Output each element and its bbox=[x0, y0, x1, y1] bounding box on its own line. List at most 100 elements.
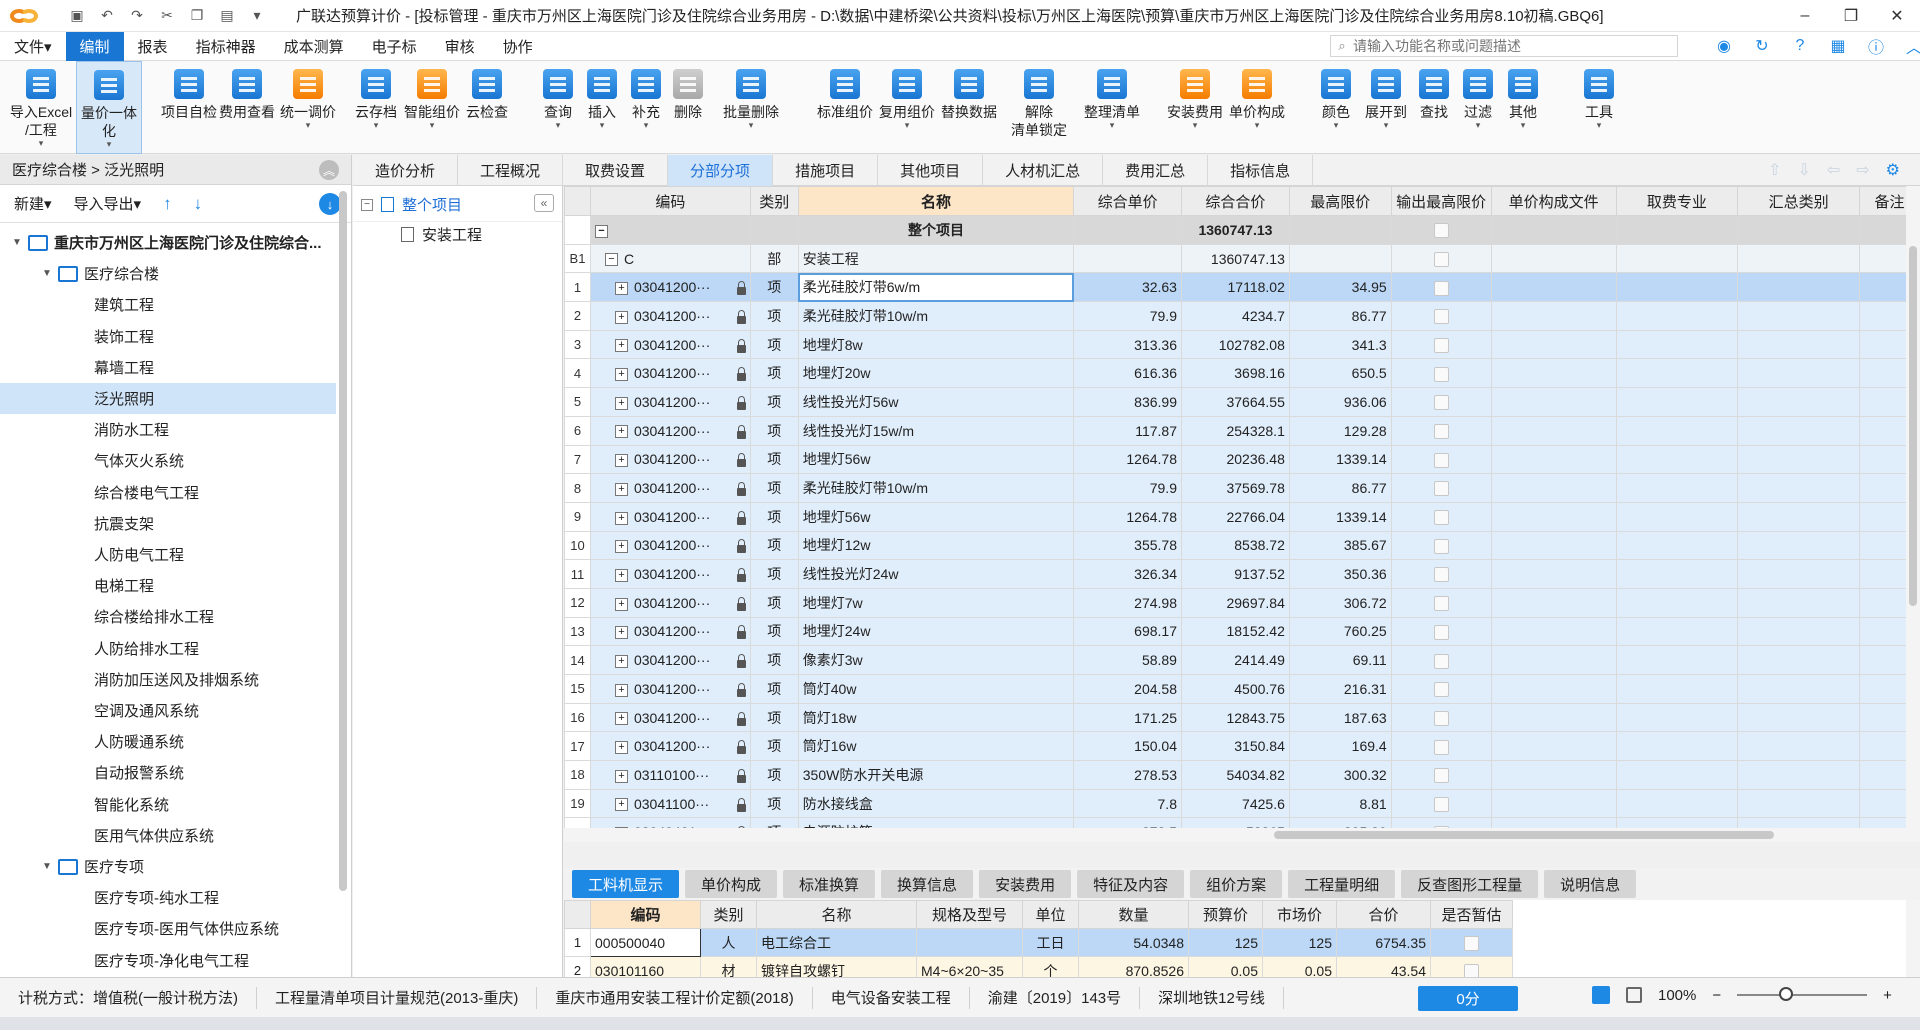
table-row[interactable]: 6 +03041200··· 项线性投光灯15w/m 117.87 254328.1 12… bbox=[564, 415, 1920, 446]
move-right-arrow-icon[interactable]: ⇨ bbox=[1856, 160, 1869, 180]
tree-node-install[interactable]: 安装工程 bbox=[401, 224, 482, 245]
move-down-icon[interactable]: ↓ bbox=[194, 194, 203, 214]
collapse-panel-icon[interactable]: ︽ bbox=[319, 160, 339, 180]
toolbar-button-23[interactable]: 过滤 ▾ bbox=[1456, 61, 1500, 154]
toolbar-button-5[interactable]: 云存档 ▾ bbox=[350, 61, 402, 154]
detail-tab-9[interactable]: 说明信息 bbox=[1544, 870, 1637, 898]
checkbox[interactable] bbox=[1433, 653, 1449, 669]
tree-item[interactable]: 人防电气工程 bbox=[0, 539, 336, 570]
table-row[interactable]: 1 000500040 人电工综合工 工日 54.0348 125 125 6754.35 bbox=[564, 928, 1513, 957]
table-row[interactable]: 2 030101160 材镀锌自攻螺钉 M4~6×20~35 个 870.8526 0.05… bbox=[564, 956, 1513, 977]
toolbar-button-21[interactable]: 展开到 ▾ bbox=[1360, 61, 1412, 154]
checkbox[interactable] bbox=[1433, 223, 1449, 239]
checkbox[interactable] bbox=[1433, 280, 1449, 296]
column-header[interactable]: 预算价 bbox=[1188, 900, 1263, 929]
move-left-arrow-icon[interactable]: ⇦ bbox=[1827, 160, 1840, 180]
tree-item[interactable]: 抗震支架 bbox=[0, 508, 336, 539]
expand-box-icon[interactable]: + bbox=[614, 769, 628, 783]
table-row[interactable]: 15 +03041200··· 项筒灯40w 204.58 4500.76 216.31 bbox=[564, 674, 1920, 704]
toolbar-button-24[interactable]: 其他 ▾ bbox=[1500, 61, 1546, 154]
redo-icon[interactable]: ↷ bbox=[128, 7, 146, 24]
column-header[interactable]: 名称 bbox=[756, 900, 917, 929]
tree-item[interactable]: 泛光照明 bbox=[0, 383, 336, 414]
detail-tab-0[interactable]: 工料机显示 bbox=[572, 870, 680, 898]
table-row[interactable]: 7 +03041200··· 项地埋灯56w 1264.78 20236.48 1339.… bbox=[564, 444, 1920, 475]
tree-item[interactable]: 医用气体供应系统 bbox=[0, 820, 336, 851]
dropdown-caret-icon[interactable]: ▾ bbox=[306, 121, 311, 130]
settings-icon[interactable]: ⚙ bbox=[1886, 160, 1900, 180]
detail-tab-1[interactable]: 单价构成 bbox=[685, 870, 778, 898]
tree-item[interactable]: ▼ 医疗综合楼 bbox=[0, 258, 336, 289]
expand-box-icon[interactable]: + bbox=[614, 626, 628, 640]
detail-tab-8[interactable]: 反查图形工程量 bbox=[1401, 870, 1539, 898]
tab-3[interactable]: 分部分项 bbox=[668, 155, 774, 186]
checkbox[interactable] bbox=[1433, 395, 1449, 411]
checkbox[interactable] bbox=[1464, 935, 1479, 951]
column-header[interactable]: 编码 bbox=[589, 186, 751, 216]
toolbar-button-4[interactable]: 统一调价 ▾ bbox=[276, 61, 340, 154]
expand-box-icon[interactable]: + bbox=[614, 454, 628, 468]
expand-toggle-icon[interactable]: ▼ bbox=[40, 861, 54, 872]
checkbox[interactable] bbox=[1433, 538, 1449, 554]
table-row[interactable]: 5 +03041200··· 项线性投光灯56w 836.99 37664.55 936.… bbox=[564, 387, 1920, 417]
expand-box-icon[interactable]: + bbox=[614, 396, 628, 410]
dropdown-caret-icon[interactable]: ▾ bbox=[905, 121, 910, 130]
view-split-icon[interactable] bbox=[1626, 987, 1642, 1003]
search-input[interactable] bbox=[1353, 38, 1663, 54]
checkbox[interactable] bbox=[1464, 963, 1479, 977]
cut-icon[interactable]: ✂ bbox=[158, 7, 176, 24]
toolbar-button-17[interactable]: 整理清单 ▾ bbox=[1080, 61, 1144, 154]
column-header[interactable]: 汇总类别 bbox=[1737, 186, 1861, 216]
expand-box-icon[interactable]: + bbox=[614, 683, 628, 697]
toolbar-button-1[interactable]: 量价一体化 ▾ bbox=[76, 61, 142, 154]
collapse-box-icon[interactable]: − bbox=[361, 198, 373, 211]
tab-6[interactable]: 人材机汇总 bbox=[983, 155, 1104, 186]
detail-tab-2[interactable]: 标准换算 bbox=[783, 870, 876, 898]
tree-item[interactable]: ▼ 医疗专项 bbox=[0, 851, 336, 882]
column-header[interactable]: 输出最高限价 bbox=[1390, 186, 1492, 216]
tree-item[interactable]: 建筑工程 bbox=[0, 289, 336, 320]
tree-item[interactable]: 电梯工程 bbox=[0, 570, 336, 601]
dropdown-caret-icon[interactable]: ▾ bbox=[644, 121, 649, 130]
table-row[interactable]: 13 +03041200··· 项地埋灯24w 698.17 18152.42 760.2… bbox=[564, 616, 1920, 647]
dropdown-caret-icon[interactable]: ▾ bbox=[39, 139, 44, 148]
tab-8[interactable]: 指标信息 bbox=[1208, 155, 1314, 186]
dropdown-caret-icon[interactable]: ▾ bbox=[1521, 121, 1526, 130]
close-button[interactable]: ✕ bbox=[1874, 0, 1920, 32]
table-row[interactable]: 10 +03041200··· 项地埋灯12w 355.78 8538.72 385.67 bbox=[564, 530, 1920, 561]
expand-box-icon[interactable]: + bbox=[614, 798, 628, 812]
tree-item[interactable]: 气体灭火系统 bbox=[0, 445, 336, 476]
toolbar-button-15[interactable]: 替换数据 bbox=[938, 61, 1000, 154]
tree-item[interactable]: 医疗专项-纯水工程 bbox=[0, 882, 336, 913]
table-row-total[interactable]: − 整个项目 1360747.13 bbox=[564, 215, 1920, 245]
tree-item[interactable]: 人防给排水工程 bbox=[0, 633, 336, 664]
move-up-arrow-icon[interactable]: ⇧ bbox=[1768, 160, 1781, 180]
dropdown-caret-icon[interactable]: ▾ bbox=[1384, 121, 1389, 130]
checkbox[interactable] bbox=[1433, 251, 1449, 267]
undo-icon[interactable]: ↶ bbox=[98, 7, 116, 24]
tree-item[interactable]: 医疗专项-净化电气工程 bbox=[0, 945, 336, 976]
expand-box-icon[interactable]: + bbox=[614, 511, 628, 525]
expand-box-icon[interactable]: + bbox=[614, 712, 628, 726]
toolbar-button-25[interactable]: 工具 ▾ bbox=[1570, 61, 1628, 154]
toolbar-button-16[interactable]: 解除 清单锁定 bbox=[1008, 61, 1070, 154]
tree-item[interactable]: 医疗专项-医用气体供应系统 bbox=[0, 913, 336, 944]
toolbar-button-13[interactable]: 标准组价 bbox=[814, 61, 876, 154]
checkbox[interactable] bbox=[1433, 481, 1449, 497]
tree-item[interactable]: 消防加压送风及排烟系统 bbox=[0, 664, 336, 695]
column-header[interactable]: 市场价 bbox=[1262, 900, 1337, 929]
user-icon[interactable]: ◉ bbox=[1712, 34, 1736, 58]
paste-icon[interactable]: ▤ bbox=[218, 7, 236, 24]
table-row[interactable]: 17 +03041200··· 项筒灯16w 150.04 3150.84 169.4 bbox=[564, 731, 1920, 762]
column-header[interactable]: 名称 bbox=[797, 186, 1075, 216]
apps-grid-icon[interactable]: ▦ bbox=[1826, 34, 1850, 58]
column-header[interactable]: 单位 bbox=[1022, 900, 1079, 929]
collapse-ribbon-icon[interactable]: ︿ bbox=[1902, 34, 1920, 58]
tab-4[interactable]: 措施项目 bbox=[773, 155, 879, 186]
dropdown-caret-icon[interactable]: ▾ bbox=[1255, 121, 1260, 130]
toolbar-button-3[interactable]: 费用查看 bbox=[218, 61, 276, 154]
tab-7[interactable]: 费用汇总 bbox=[1103, 155, 1209, 186]
toolbar-button-22[interactable]: 查找 bbox=[1412, 61, 1456, 154]
menu-collab[interactable]: 协作 bbox=[489, 32, 547, 61]
column-header[interactable]: 综合单价 bbox=[1073, 186, 1182, 216]
